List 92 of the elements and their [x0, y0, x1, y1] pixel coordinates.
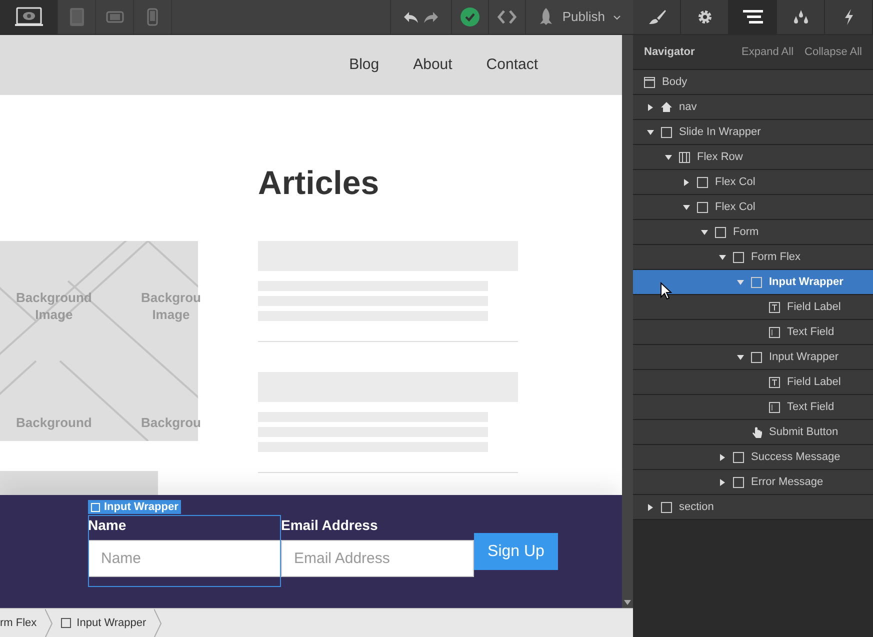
panel-title: Navigator — [644, 44, 695, 60]
panel-tab[interactable] — [729, 0, 777, 34]
caret-down-icon[interactable] — [737, 354, 744, 360]
box-icon — [715, 226, 726, 238]
navigator-row[interactable]: Slide In Wrapper — [633, 120, 873, 145]
caret-down-icon[interactable] — [701, 228, 708, 236]
caret-right-icon[interactable] — [719, 478, 726, 486]
field-icon — [769, 326, 780, 338]
text-icon — [769, 376, 780, 388]
lightning-icon — [844, 9, 854, 25]
navigator-row[interactable]: Input Wrapper — [633, 270, 873, 295]
navigator-row[interactable]: Success Message — [633, 445, 873, 470]
caret-down-icon[interactable] — [683, 204, 690, 210]
navigator-row[interactable]: Form Flex — [633, 245, 873, 270]
box-icon — [697, 176, 708, 188]
nav-link[interactable]: Contact — [486, 54, 538, 76]
box-icon — [60, 618, 71, 628]
box-icon — [751, 352, 762, 362]
navigator-row[interactable]: Body — [633, 70, 873, 95]
caret-right-icon[interactable] — [683, 178, 690, 186]
nav-link[interactable]: Blog — [349, 54, 380, 76]
panel-tab[interactable] — [681, 0, 729, 34]
cursor-icon — [660, 282, 672, 300]
placeholder-label: Backgrou — [141, 414, 201, 431]
phone-landscape-icon — [106, 11, 124, 23]
input-field[interactable]: Email Address — [281, 540, 474, 577]
navigator-row[interactable]: section — [633, 495, 873, 520]
input-field[interactable]: Name — [88, 540, 281, 577]
navigator-row[interactable]: Error Message — [633, 470, 873, 495]
breadcrumb-item[interactable]: Input Wrapper — [52, 609, 154, 637]
heading: Articles — [258, 163, 380, 203]
text-icon — [769, 302, 780, 312]
undo-icon[interactable] — [403, 11, 420, 23]
breadcrumb-item[interactable]: rm Flex — [0, 609, 45, 637]
navigator-row[interactable]: Text Field — [633, 320, 873, 345]
phone-icon — [147, 8, 158, 26]
scrollbar[interactable] — [622, 35, 633, 608]
field-label: Name — [88, 516, 128, 535]
placeholder-label: Backgrou Image — [141, 289, 201, 323]
caret-down-icon[interactable] — [665, 154, 672, 160]
nav-link[interactable]: About — [413, 54, 452, 76]
check-icon[interactable] — [460, 7, 480, 27]
navigator-row[interactable]: Field Label — [633, 370, 873, 395]
navigator-row[interactable]: Input Wrapper — [633, 345, 873, 370]
collapse-all-link[interactable]: Collapse All — [804, 44, 862, 60]
box-icon — [661, 126, 672, 138]
scroll-down-icon[interactable] — [624, 600, 631, 605]
placeholder-label: Background — [16, 414, 92, 431]
navigator-row[interactable]: Flex Row — [633, 145, 873, 170]
drops-icon — [792, 10, 810, 24]
device-button[interactable] — [0, 0, 58, 34]
navigator-row[interactable]: Text Field — [633, 395, 873, 420]
page-icon — [644, 76, 655, 88]
panel-tab[interactable] — [777, 0, 825, 34]
gear-icon — [696, 9, 712, 25]
field-label: Email Address — [281, 516, 379, 535]
box-icon — [751, 276, 762, 288]
navigator-row[interactable]: Field Label — [633, 295, 873, 320]
chevron-icon — [154, 608, 162, 637]
placeholder-label: Background Image — [16, 289, 92, 323]
navigator-row[interactable]: Flex Col — [633, 170, 873, 195]
columns-icon — [679, 152, 690, 162]
panel-tab[interactable] — [633, 0, 681, 34]
chevron-icon — [44, 608, 53, 637]
caret-right-icon[interactable] — [647, 504, 654, 510]
code-icon[interactable] — [497, 10, 518, 24]
box-icon — [733, 452, 744, 462]
box-icon — [733, 252, 744, 262]
navigator-row[interactable]: nav — [633, 95, 873, 120]
caret-right-icon[interactable] — [647, 104, 654, 110]
desktop-icon — [14, 7, 42, 27]
field-icon — [769, 402, 780, 412]
caret-down-icon[interactable] — [719, 254, 726, 260]
navigator-icon — [742, 10, 762, 24]
expand-all-link[interactable]: Expand All — [742, 44, 794, 60]
box-icon — [661, 502, 672, 512]
tablet-icon — [68, 7, 84, 27]
box-icon — [733, 476, 744, 488]
caret-right-icon[interactable] — [719, 454, 726, 460]
navigator-row[interactable]: Submit Button — [633, 420, 873, 445]
selection-tag: Input Wrapper — [88, 500, 182, 514]
caret-icon — [613, 14, 621, 20]
box-icon — [91, 502, 100, 512]
hand-icon — [751, 426, 762, 438]
redo-icon[interactable] — [423, 11, 440, 23]
caret-down-icon[interactable] — [647, 128, 654, 136]
navigator-row[interactable]: Form — [633, 220, 873, 245]
box-icon — [697, 202, 708, 212]
rocket-icon — [538, 8, 554, 26]
home-icon — [661, 102, 672, 112]
navigator-row[interactable]: Flex Col — [633, 195, 873, 220]
brush-icon — [648, 9, 666, 25]
